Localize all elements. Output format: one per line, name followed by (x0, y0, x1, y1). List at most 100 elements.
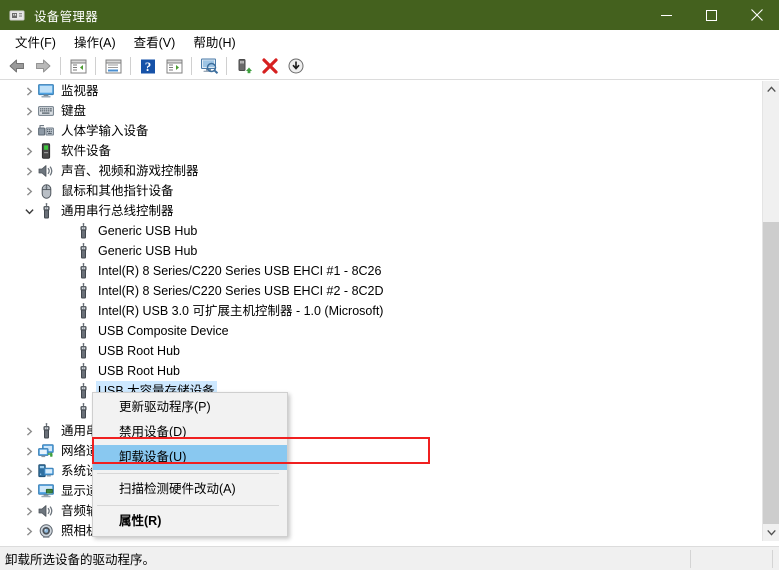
usb-icon (37, 423, 55, 439)
tree-row[interactable]: USB Root Hub (0, 341, 755, 361)
expander-placeholder (59, 361, 74, 381)
scan-hardware-changes-icon[interactable] (196, 55, 222, 78)
ctx-properties[interactable]: 属性(R) (93, 509, 287, 534)
scroll-up-arrow[interactable] (763, 81, 779, 98)
expander-placeholder (59, 401, 74, 421)
expander-expanded-icon[interactable] (22, 201, 37, 221)
tree-row-label: 通用串行总线控制器 (61, 204, 174, 218)
network-icon (37, 443, 55, 459)
usb-device-icon (74, 383, 92, 399)
tree-row[interactable]: 鼠标和其他指针设备 (0, 181, 755, 201)
speaker-icon (37, 503, 55, 519)
expander-placeholder (59, 341, 74, 361)
tree-row-label: Intel(R) USB 3.0 可扩展主机控制器 - 1.0 (Microso… (98, 304, 384, 318)
tree-row[interactable]: 通用串行总线控制器 (0, 201, 755, 221)
expander-placeholder (59, 301, 74, 321)
tree-row[interactable]: Generic USB Hub (0, 241, 755, 261)
expander-collapsed-icon[interactable] (22, 441, 37, 461)
expander-collapsed-icon[interactable] (22, 121, 37, 141)
window-controls (644, 0, 779, 30)
keyboard-icon (37, 103, 55, 119)
tree-row[interactable]: 声音、视频和游戏控制器 (0, 161, 755, 181)
expander-collapsed-icon[interactable] (22, 521, 37, 541)
tree-row[interactable]: 键盘 (0, 101, 755, 121)
software-icon (37, 143, 55, 159)
camera-icon (37, 523, 55, 539)
system-icon (37, 463, 55, 479)
tree-row[interactable]: Generic USB Hub (0, 221, 755, 241)
expander-placeholder (59, 321, 74, 341)
tree-row[interactable]: 软件设备 (0, 141, 755, 161)
tree-row[interactable]: 监视器 (0, 81, 755, 101)
menu-help[interactable]: 帮助(H) (184, 29, 244, 54)
tree-row[interactable]: 人体学输入设备 (0, 121, 755, 141)
scrollbar-thumb[interactable] (763, 222, 779, 524)
tree-row[interactable]: Intel(R) 8 Series/C220 Series USB EHCI #… (0, 281, 755, 301)
menu-file[interactable]: 文件(F) (6, 29, 65, 54)
scroll-down-arrow[interactable] (763, 524, 779, 541)
expander-collapsed-icon[interactable] (22, 81, 37, 101)
disable-device-icon[interactable] (283, 55, 309, 78)
device-manager-window: 设备管理器 文件(F) 操作(A) 查看(V) 帮助(H) ? 监视器 键盘 人… (0, 0, 779, 570)
window-title: 设备管理器 (34, 9, 99, 24)
mouse-icon (37, 183, 55, 199)
expander-placeholder (59, 381, 74, 401)
expander-collapsed-icon[interactable] (22, 421, 37, 441)
ctx-disable-device[interactable]: 禁用设备(D) (93, 420, 287, 445)
menu-action[interactable]: 操作(A) (65, 29, 125, 54)
maximize-button[interactable] (689, 0, 734, 30)
tree-row-label: Generic USB Hub (98, 244, 198, 258)
uninstall-device-icon[interactable] (257, 55, 283, 78)
ctx-uninstall-device[interactable]: 卸载设备(U) (93, 445, 287, 470)
properties-icon[interactable] (100, 55, 126, 78)
usb-icon (37, 203, 55, 219)
title-bar[interactable]: 设备管理器 (0, 0, 779, 30)
close-button[interactable] (734, 0, 779, 30)
expander-collapsed-icon[interactable] (22, 181, 37, 201)
tree-row-label: Intel(R) 8 Series/C220 Series USB EHCI #… (98, 284, 384, 298)
tree-row-label: 声音、视频和游戏控制器 (61, 164, 199, 178)
toolbar-separator (226, 57, 227, 75)
status-divider (690, 550, 691, 568)
update-driver-icon[interactable] (231, 55, 257, 78)
expander-collapsed-icon[interactable] (22, 141, 37, 161)
expander-collapsed-icon[interactable] (22, 501, 37, 521)
tree-row-label: 键盘 (61, 104, 87, 118)
toolbar-separator (191, 57, 192, 75)
tree-row[interactable]: Intel(R) 8 Series/C220 Series USB EHCI #… (0, 261, 755, 281)
ctx-update-driver[interactable]: 更新驱动程序(P) (93, 395, 287, 420)
view-icon[interactable] (161, 55, 187, 78)
expander-collapsed-icon[interactable] (22, 461, 37, 481)
tree-row-label: Intel(R) 8 Series/C220 Series USB EHCI #… (98, 264, 382, 278)
context-menu[interactable]: 更新驱动程序(P) 禁用设备(D) 卸载设备(U) 扫描检测硬件改动(A) 属性(R) (92, 392, 288, 537)
monitor-icon (37, 83, 55, 99)
minimize-button[interactable] (644, 0, 689, 30)
tree-row-label: 人体学输入设备 (61, 124, 149, 138)
expander-placeholder (59, 281, 74, 301)
expander-collapsed-icon[interactable] (22, 161, 37, 181)
help-icon[interactable]: ? (135, 55, 161, 78)
tree-row-label: USB Root Hub (98, 344, 180, 358)
device-manager-icon (9, 7, 25, 23)
tree-row[interactable]: Intel(R) USB 3.0 可扩展主机控制器 - 1.0 (Microso… (0, 301, 755, 321)
show-hide-console-tree-icon[interactable] (65, 55, 91, 78)
expander-placeholder (59, 241, 74, 261)
expander-placeholder (59, 261, 74, 281)
ctx-scan-hardware[interactable]: 扫描检测硬件改动(A) (93, 477, 287, 502)
vertical-scrollbar[interactable] (762, 81, 779, 541)
tree-row[interactable]: USB Composite Device (0, 321, 755, 341)
usb-device-icon (74, 323, 92, 339)
forward-icon[interactable] (30, 55, 56, 78)
menu-view[interactable]: 查看(V) (125, 29, 185, 54)
usb-device-icon (74, 403, 92, 419)
toolbar-separator (130, 57, 131, 75)
ctx-separator-2 (97, 505, 279, 506)
usb-device-icon (74, 303, 92, 319)
back-icon[interactable] (4, 55, 30, 78)
expander-collapsed-icon[interactable] (22, 101, 37, 121)
tree-row[interactable]: USB Root Hub (0, 361, 755, 381)
expander-collapsed-icon[interactable] (22, 481, 37, 501)
usb-device-icon (74, 263, 92, 279)
tree-row-label: 监视器 (61, 84, 99, 98)
tree-row-label: 软件设备 (61, 144, 112, 158)
